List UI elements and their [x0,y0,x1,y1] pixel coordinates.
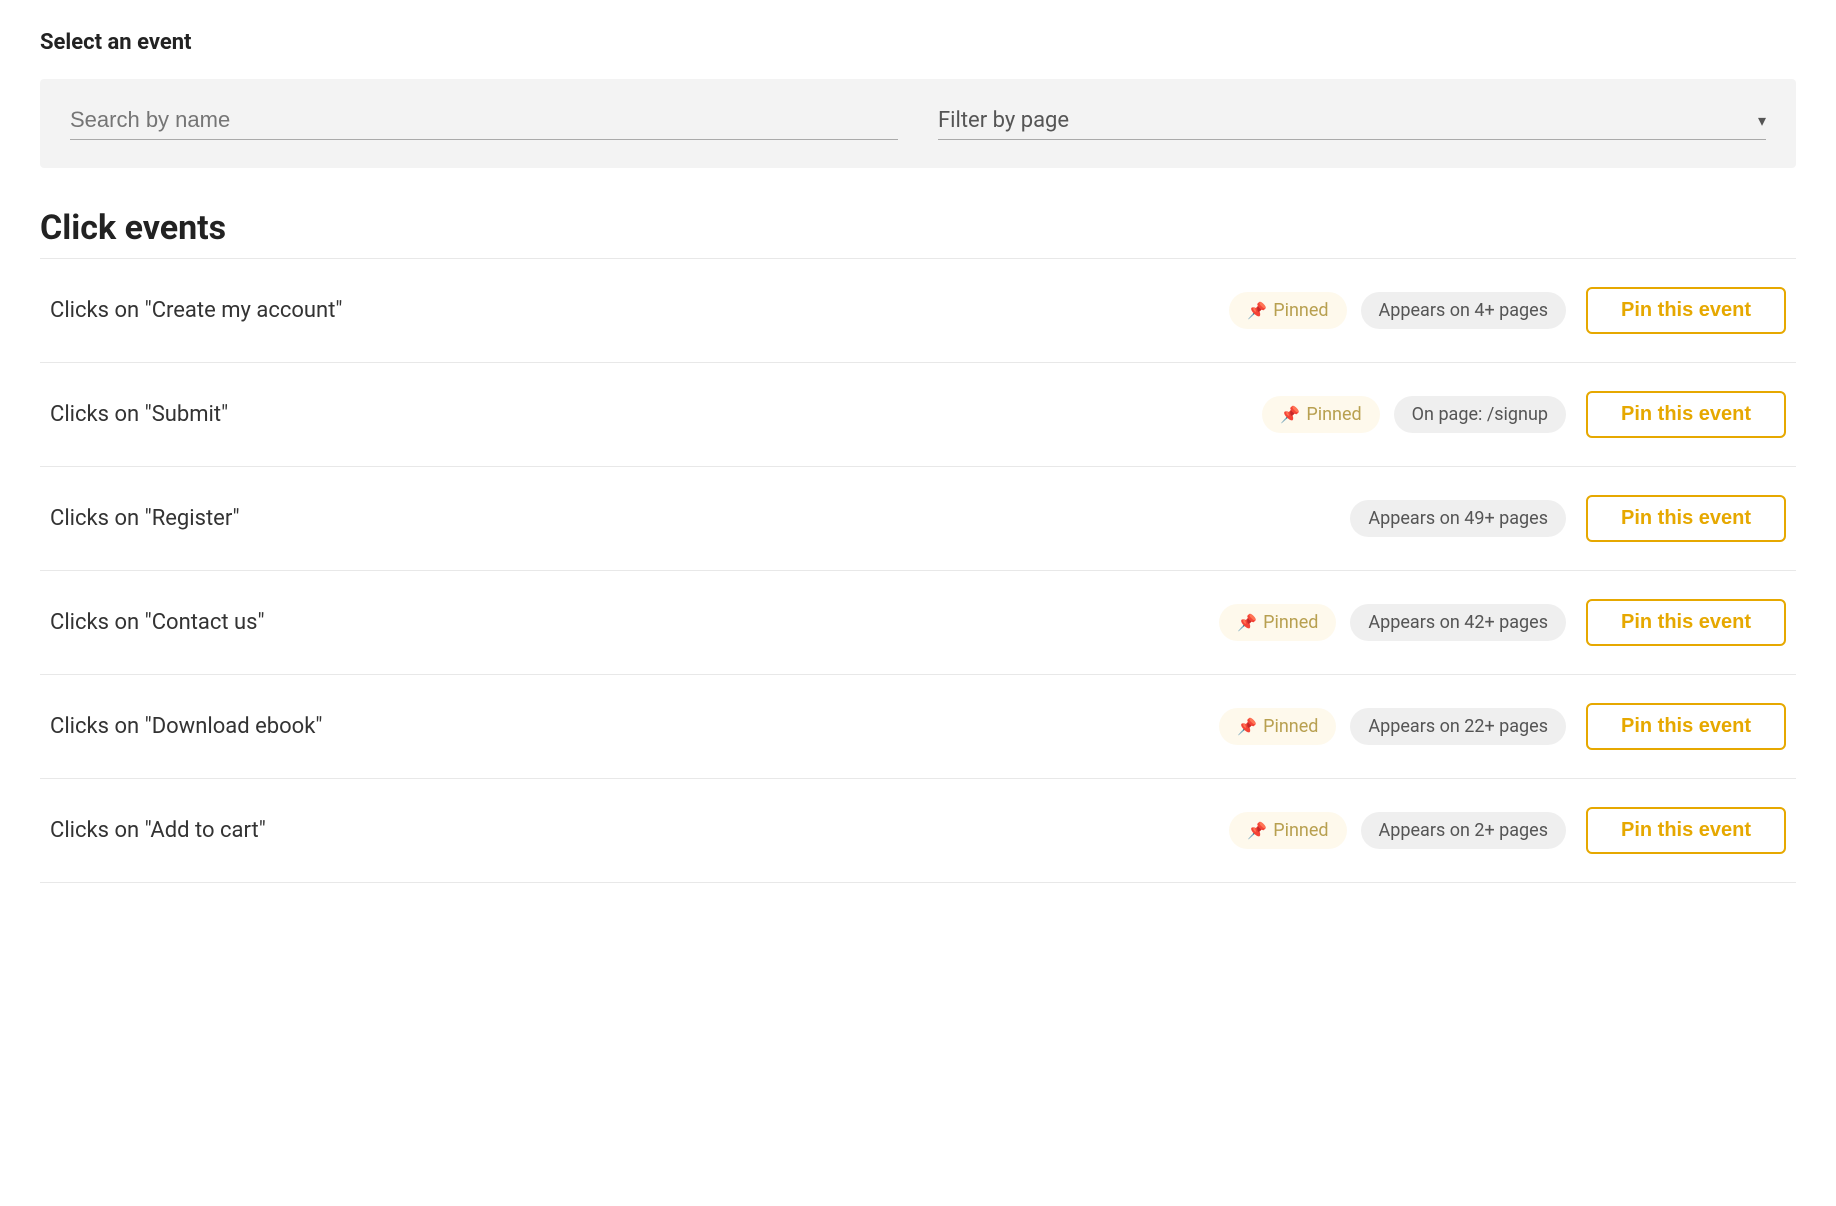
event-row: Clicks on "Add to cart" 📌 Pinned Appears o… [40,779,1796,883]
event-badges: 📌 Pinned Appears on 42+ pages [1219,604,1566,641]
page-title: Select an event [40,30,1796,55]
event-row: Clicks on "Download ebook" 📌 Pinned Appear… [40,675,1796,779]
pages-badge: Appears on 2+ pages [1361,812,1566,849]
page-wrapper: Select an event Filter by page ▾ Click e… [0,0,1836,913]
event-name: Clicks on "Register" [50,506,1330,531]
pinned-badge: 📌 Pinned [1262,396,1379,433]
pinned-badge: 📌 Pinned [1229,292,1346,329]
search-input[interactable] [70,107,898,133]
pin-event-button[interactable]: Pin this event [1586,703,1786,750]
chevron-down-icon: ▾ [1758,111,1766,130]
pin-event-button[interactable]: Pin this event [1586,287,1786,334]
pinned-badge: 📌 Pinned [1219,708,1336,745]
section-title: Click events [40,208,1796,248]
filter-bar: Filter by page ▾ [40,79,1796,168]
pin-icon: 📌 [1237,717,1257,736]
filter-dropdown-label: Filter by page [938,108,1752,133]
pin-icon: 📌 [1247,821,1267,840]
event-row: Clicks on "Create my account" 📌 Pinned App… [40,258,1796,363]
event-row: Clicks on "Contact us" 📌 Pinned Appears on… [40,571,1796,675]
event-name: Clicks on "Contact us" [50,610,1199,635]
pages-badge: On page: /signup [1394,396,1566,433]
pin-event-button[interactable]: Pin this event [1586,807,1786,854]
event-badges: 📌 Pinned Appears on 4+ pages [1229,292,1566,329]
event-row: Clicks on "Register" Appears on 49+ pages… [40,467,1796,571]
filter-by-page-dropdown[interactable]: Filter by page ▾ [938,107,1766,140]
pin-event-button[interactable]: Pin this event [1586,495,1786,542]
pin-event-button[interactable]: Pin this event [1586,391,1786,438]
events-list: Clicks on "Create my account" 📌 Pinned App… [40,258,1796,883]
event-name: Clicks on "Submit" [50,402,1242,427]
pin-icon: 📌 [1280,405,1300,424]
event-badges: 📌 Pinned Appears on 22+ pages [1219,708,1566,745]
event-name: Clicks on "Add to cart" [50,818,1209,843]
pages-badge: Appears on 49+ pages [1350,500,1566,537]
pages-badge: Appears on 42+ pages [1350,604,1566,641]
pin-icon: 📌 [1247,301,1267,320]
pages-badge: Appears on 22+ pages [1350,708,1566,745]
event-badges: 📌 Pinned On page: /signup [1262,396,1566,433]
event-name: Clicks on "Download ebook" [50,714,1199,739]
event-badges: 📌 Pinned Appears on 2+ pages [1229,812,1566,849]
pinned-badge: 📌 Pinned [1229,812,1346,849]
pin-icon: 📌 [1237,613,1257,632]
pages-badge: Appears on 4+ pages [1361,292,1566,329]
pin-event-button[interactable]: Pin this event [1586,599,1786,646]
event-name: Clicks on "Create my account" [50,298,1209,323]
event-badges: Appears on 49+ pages [1350,500,1566,537]
pinned-badge: 📌 Pinned [1219,604,1336,641]
event-row: Clicks on "Submit" 📌 Pinned On page: /sign… [40,363,1796,467]
search-input-wrapper[interactable] [70,107,898,140]
